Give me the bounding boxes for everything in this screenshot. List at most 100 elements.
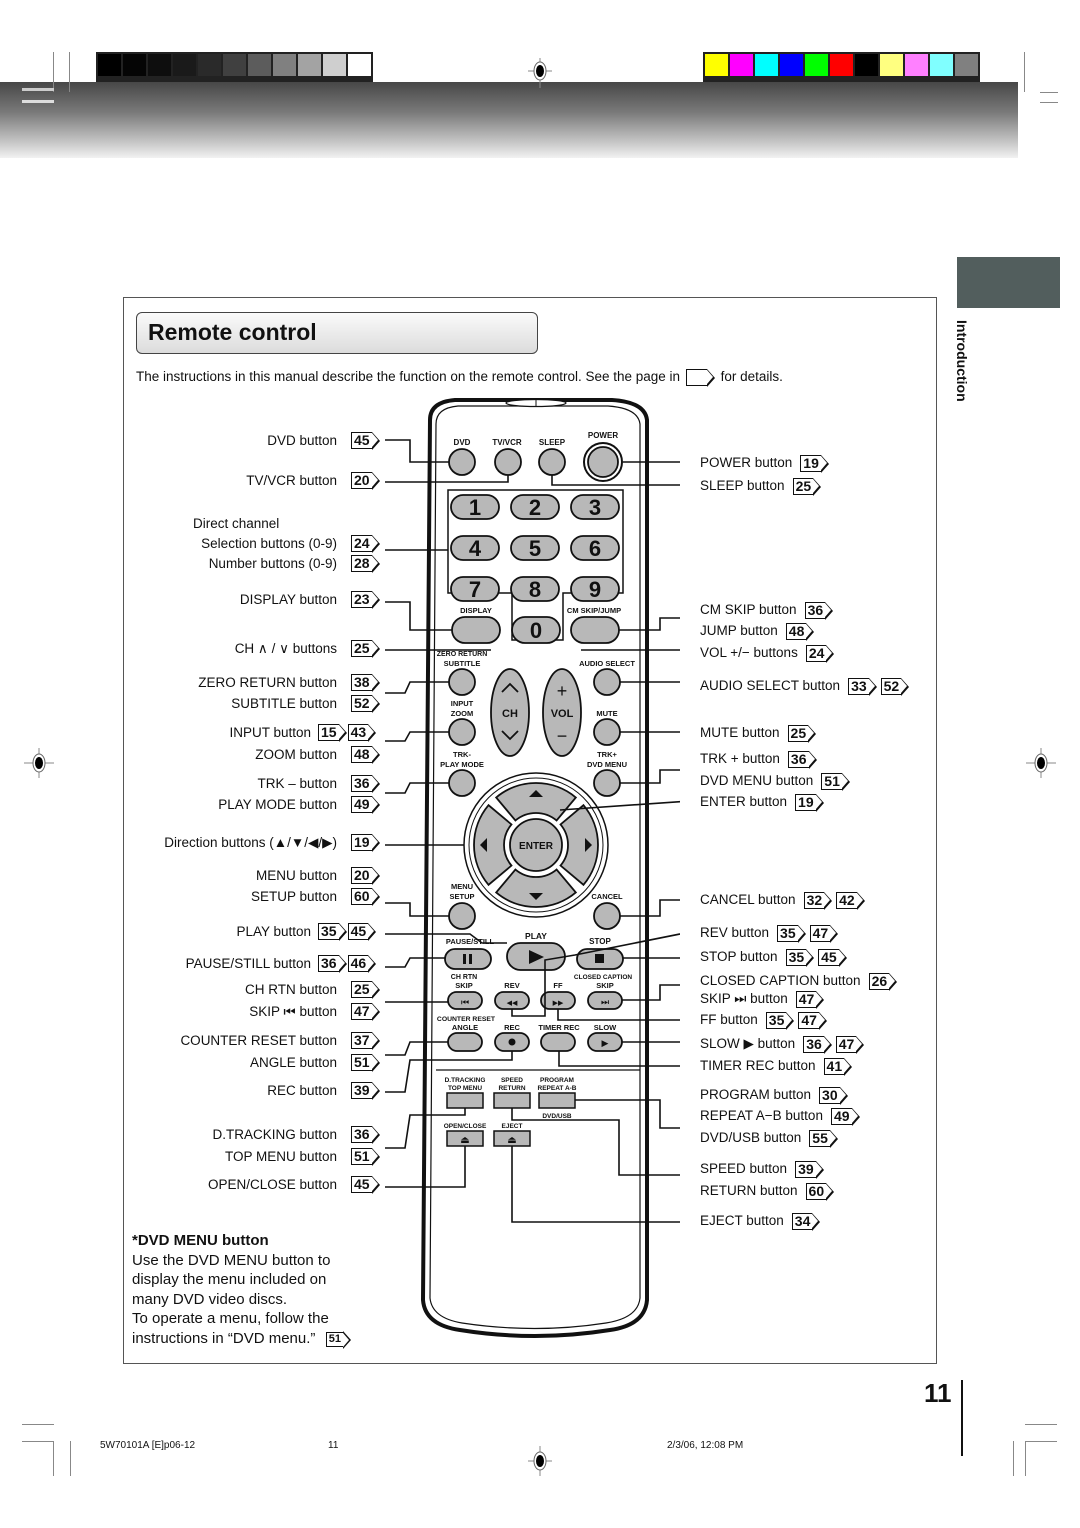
zoom-button[interactable]	[448, 718, 476, 746]
callout-row: CANCEL button 32 42	[700, 891, 867, 910]
page-ref[interactable]: 19	[795, 793, 824, 812]
return-button[interactable]	[493, 1092, 531, 1109]
page-ref[interactable]: 52	[351, 694, 380, 713]
callout-label: CH RTN button	[244, 982, 337, 997]
page-ref[interactable]: 19	[351, 833, 380, 852]
setup-button[interactable]	[448, 902, 476, 930]
page-ref[interactable]: 52	[880, 677, 909, 696]
tvvcr-button[interactable]	[494, 448, 522, 476]
page-ref[interactable]: 39	[795, 1160, 824, 1179]
page-ref[interactable]: 38	[351, 673, 380, 692]
page-ref[interactable]: 19	[800, 454, 829, 473]
page-ref[interactable]: 37	[351, 1031, 380, 1050]
leader-line	[575, 1099, 680, 1129]
audio-select-button[interactable]	[593, 668, 621, 696]
top-menu-button[interactable]	[446, 1092, 484, 1109]
display-button[interactable]	[451, 616, 501, 644]
callout-label: ZERO RETURN button	[198, 675, 337, 690]
page-ref[interactable]: 25	[792, 477, 821, 496]
key-label: SLOW	[594, 1023, 617, 1032]
page-ref[interactable]: 45	[347, 922, 376, 941]
page-ref[interactable]: 51	[325, 1331, 352, 1349]
dvd-button[interactable]	[448, 448, 476, 476]
cancel-button[interactable]	[593, 902, 621, 930]
page-ref[interactable]: 25	[787, 724, 816, 743]
page-ref[interactable]: 28	[351, 554, 380, 573]
page-ref[interactable]: 47	[351, 1002, 380, 1021]
cm-skip-jump-button[interactable]	[570, 616, 620, 644]
page-ref[interactable]: 35	[765, 1011, 794, 1030]
page-ref[interactable]: 43	[347, 723, 376, 742]
page-ref[interactable]: 34	[791, 1212, 820, 1231]
key-label: SKIP	[596, 981, 614, 990]
page-ref[interactable]: 51	[351, 1147, 380, 1166]
mute-button[interactable]	[593, 718, 621, 746]
play-mode-button[interactable]	[448, 769, 476, 797]
section-label-text: Introduction	[954, 320, 970, 402]
page-ref[interactable]: 36	[787, 750, 816, 769]
callout-label: MENU button	[255, 868, 337, 883]
subtitle-button[interactable]	[448, 668, 476, 696]
page-ref[interactable]: 48	[785, 622, 814, 641]
page-ref[interactable]: 47	[795, 990, 824, 1009]
page-ref[interactable]: 41	[823, 1057, 852, 1076]
page-ref[interactable]: 36	[351, 1125, 380, 1144]
leader-line	[385, 601, 452, 631]
key-label: REC	[504, 1023, 520, 1032]
callout-label: REC button	[267, 1083, 337, 1098]
callout-row: SPEED button 39	[700, 1160, 826, 1179]
page-ref[interactable]: 35	[777, 924, 806, 943]
page-ref[interactable]: 49	[351, 795, 380, 814]
sleep-button[interactable]	[538, 448, 566, 476]
page-ref[interactable]: 60	[805, 1182, 834, 1201]
page-ref[interactable]: 35	[785, 948, 814, 967]
angle-button[interactable]	[447, 1032, 483, 1052]
page-ref[interactable]: 55	[809, 1129, 838, 1148]
page-ref[interactable]: 26	[868, 972, 897, 991]
ff-icon: ▶▶	[553, 1000, 564, 1007]
page-ref[interactable]: 20	[351, 866, 380, 885]
page-ref[interactable]: 20	[351, 471, 380, 490]
page-ref[interactable]: 51	[351, 1053, 380, 1072]
page-ref[interactable]: 51	[821, 772, 850, 791]
power-button[interactable]	[587, 446, 619, 478]
page-ref[interactable]: 47	[835, 1035, 864, 1054]
page-ref[interactable]: 45	[351, 1175, 380, 1194]
page-ref[interactable]: 33	[848, 677, 877, 696]
page-ref[interactable]: 15	[318, 723, 347, 742]
page-ref[interactable]: 35	[318, 922, 347, 941]
page-ref[interactable]: 45	[818, 948, 847, 967]
key-label: SKIP	[455, 981, 473, 990]
page-ref[interactable]: 60	[351, 887, 380, 906]
timer-rec-button[interactable]	[540, 1032, 576, 1052]
trim-mark	[1013, 1441, 1014, 1476]
key-label: SPEED	[501, 1077, 523, 1084]
page-ref[interactable]: 45	[351, 431, 380, 450]
page-ref[interactable]: 30	[819, 1086, 848, 1105]
page-ref[interactable]: 25	[351, 980, 380, 999]
rec-icon	[508, 1038, 516, 1046]
key-label: PAUSE/STILL	[446, 937, 495, 946]
calibration-swatch	[780, 54, 803, 76]
page-ref[interactable]: 39	[351, 1081, 380, 1100]
page-ref[interactable]: 47	[798, 1011, 827, 1030]
page-ref[interactable]: 36	[318, 954, 347, 973]
page-ref[interactable]: 48	[351, 745, 380, 764]
pause-still-button[interactable]	[444, 948, 492, 970]
page-ref[interactable]: 24	[805, 644, 834, 663]
page-ref[interactable]: 49	[830, 1107, 859, 1126]
callout-row: TRK + button 36	[700, 750, 819, 769]
page-ref[interactable]: 32	[803, 891, 832, 910]
page-title: Remote control	[148, 319, 317, 345]
page-ref[interactable]: 24	[351, 534, 380, 553]
repeat-ab-button[interactable]	[538, 1092, 576, 1109]
page-ref[interactable]: 42	[836, 891, 865, 910]
page-ref[interactable]: 36	[804, 601, 833, 620]
dvd-menu-button[interactable]	[593, 769, 621, 797]
page-ref[interactable]: 47	[809, 924, 838, 943]
page-ref[interactable]: 25	[351, 639, 380, 658]
page-ref[interactable]: 36	[803, 1035, 832, 1054]
page-ref[interactable]: 46	[347, 954, 376, 973]
page-ref[interactable]: 23	[351, 590, 380, 609]
page-ref[interactable]: 36	[351, 774, 380, 793]
